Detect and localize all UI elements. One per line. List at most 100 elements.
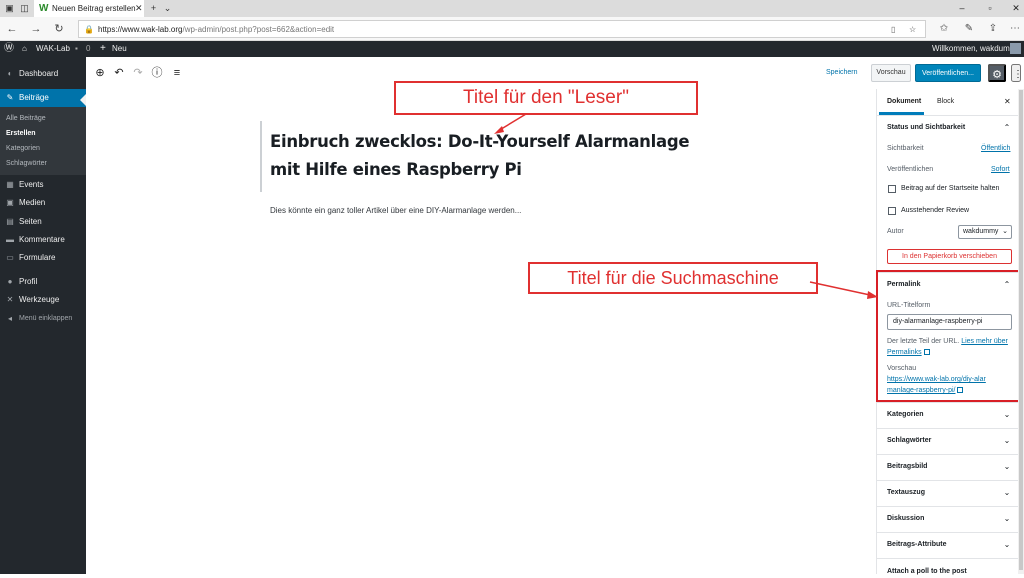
comments-count[interactable]: 0 — [86, 41, 90, 57]
new-content-link[interactable]: Neu — [112, 41, 127, 57]
title-block-border — [260, 121, 262, 192]
move-to-trash-button[interactable]: In den Papierkorb verschieben — [887, 249, 1012, 264]
chevron-down-icon[interactable]: ⌄ — [1003, 435, 1011, 447]
reading-view-icon[interactable]: ▯ — [891, 24, 895, 35]
redo-icon[interactable]: ↷ — [131, 66, 145, 80]
scrollbar-thumb[interactable] — [1019, 90, 1023, 570]
browser-tab-bar: ▣ ◫ W Neuen Beitrag erstellen ✕ + ⌄ – ▫ … — [0, 0, 1024, 17]
notes-pen-icon[interactable]: ✎ — [962, 22, 976, 36]
share-icon[interactable]: ⇪ — [986, 22, 1000, 36]
more-options-icon[interactable]: ⋮ — [1011, 64, 1023, 82]
sidebar-item-label: Menü einklappen — [19, 315, 73, 322]
chevron-up-icon[interactable]: ⌃ — [1003, 122, 1011, 134]
tab-document[interactable]: Dokument — [887, 94, 921, 110]
close-icon[interactable]: ✕ — [1004, 94, 1011, 110]
plus-icon[interactable]: + — [100, 41, 106, 57]
tab-actions-icon[interactable]: ▣ — [4, 3, 15, 14]
maximize-icon[interactable]: ▫ — [983, 2, 997, 15]
wordpress-logo-icon[interactable]: Ⓦ — [4, 41, 14, 57]
wrench-icon: ✕ — [6, 295, 14, 304]
undo-icon[interactable]: ↶ — [112, 66, 126, 80]
section-discussion[interactable]: Diskussion — [887, 513, 924, 525]
author-select[interactable]: wakdummy ⌄ — [958, 225, 1012, 239]
comment-icon: ▬ — [6, 235, 14, 244]
sidebar-item-label: Formulare — [19, 253, 56, 262]
sidebar-item-label: Dashboard — [19, 69, 59, 78]
sidebar-item-events[interactable]: ▦ Events — [0, 176, 86, 194]
chevron-down-icon[interactable]: ⌄ — [1003, 539, 1011, 551]
block-navigation-icon[interactable]: ≡ — [170, 66, 184, 80]
more-icon[interactable]: ⋯ — [1008, 22, 1022, 36]
visibility-link[interactable]: Öffentlich — [981, 143, 1010, 155]
reload-icon[interactable]: ↻ — [52, 22, 66, 36]
tab-block[interactable]: Block — [937, 94, 954, 110]
sidebar-item-label: Kommentare — [19, 235, 65, 244]
paragraph-block[interactable]: Dies könnte ein ganz toller Artikel über… — [270, 205, 521, 217]
chevron-down-icon[interactable]: ⌄ — [1003, 487, 1011, 499]
site-name[interactable]: WAK-Lab — [36, 41, 70, 57]
window-close-icon[interactable]: ✕ — [1009, 2, 1023, 15]
chevron-down-icon: ⌄ — [1002, 228, 1008, 235]
sidebar-item-dashboard[interactable]: ◐ Dashboard — [0, 65, 86, 83]
sidebar-item-pages[interactable]: ▤ Seiten — [0, 213, 86, 231]
status-visibility-heading[interactable]: Status und Sichtbarkeit — [887, 122, 965, 134]
close-icon[interactable]: ✕ — [135, 3, 143, 14]
address-bar[interactable]: 🔒 https://www.wak-lab.org/wp-admin/post.… — [78, 20, 926, 38]
sidebar-item-forms[interactable]: ▭ Formulare — [0, 249, 86, 267]
admin-sidebar: ◐ Dashboard ✎ Beiträge Alle Beiträge Ers… — [0, 57, 86, 574]
post-title-field[interactable]: Einbruch zwecklos: Do-It-Yourself Alarma… — [270, 128, 710, 184]
publish-date-label: Veröffentlichen — [887, 166, 934, 173]
back-icon[interactable]: ← — [5, 22, 19, 36]
forward-icon[interactable]: → — [29, 22, 43, 36]
chevron-down-icon[interactable]: ⌄ — [1003, 409, 1011, 421]
collapse-icon: ◂ — [7, 314, 12, 323]
calendar-icon: ▦ — [6, 180, 14, 189]
preview-button[interactable]: Vorschau — [871, 64, 911, 82]
submenu-tags[interactable]: Schlagwörter — [6, 158, 47, 169]
posts-submenu: Alle Beiträge Erstellen Kategorien Schla… — [0, 107, 86, 175]
avatar[interactable] — [1010, 43, 1021, 54]
section-tags[interactable]: Schlagwörter — [887, 435, 931, 447]
tab-preview-icon[interactable]: ◫ — [19, 3, 30, 14]
info-icon[interactable]: ⓘ — [150, 66, 164, 80]
sidebar-collapse-menu[interactable]: ◂ Menü einklappen — [0, 310, 86, 328]
submenu-create[interactable]: Erstellen — [6, 128, 36, 139]
publish-button[interactable]: Veröffentlichen... — [915, 64, 981, 82]
publish-date-link[interactable]: Sofort — [991, 164, 1010, 176]
sidebar-item-posts[interactable]: ✎ Beiträge — [0, 89, 86, 107]
browser-tab[interactable]: W Neuen Beitrag erstellen ✕ — [34, 0, 144, 17]
new-tab-icon[interactable]: + — [148, 3, 159, 14]
welcome-user[interactable]: Willkommen, wakdummy — [932, 41, 1020, 57]
author-label: Autor — [887, 228, 904, 235]
tab-title: Neuen Beitrag erstellen — [52, 4, 136, 13]
chevron-down-icon[interactable]: ⌄ — [1003, 513, 1011, 525]
divider — [876, 506, 1024, 507]
minimize-icon[interactable]: – — [955, 2, 969, 15]
sidebar-item-media[interactable]: ▣ Medien — [0, 194, 86, 212]
sidebar-item-tools[interactable]: ✕ Werkzeuge — [0, 291, 86, 309]
section-poll[interactable]: Attach a poll to the post — [887, 566, 967, 578]
chevron-down-icon[interactable]: ⌄ — [162, 3, 173, 14]
section-excerpt[interactable]: Textauszug — [887, 487, 925, 499]
sidebar-item-comments[interactable]: ▬ Kommentare — [0, 231, 86, 249]
home-icon[interactable]: ⌂ — [22, 41, 27, 57]
add-block-icon[interactable]: ⊕ — [93, 66, 107, 80]
favorites-icon[interactable]: ✩ — [937, 22, 951, 36]
settings-gear-icon[interactable]: ⚙ — [988, 64, 1006, 82]
annotation-arrow-search — [809, 281, 878, 299]
sidebar-item-label: Beiträge — [19, 93, 49, 102]
annotation-search-title: Titel für die Suchmaschine — [528, 262, 818, 294]
comment-bubble-icon[interactable]: ▪ — [75, 41, 78, 57]
section-post-attributes[interactable]: Beitrags-Attribute — [887, 539, 947, 551]
submenu-categories[interactable]: Kategorien — [6, 143, 40, 154]
lock-icon: 🔒 — [84, 25, 94, 34]
chevron-down-icon[interactable]: ⌄ — [1003, 461, 1011, 473]
section-featured-image[interactable]: Beitragsbild — [887, 461, 927, 473]
sticky-checkbox[interactable] — [888, 185, 896, 193]
favorite-star-icon[interactable]: ☆ — [909, 24, 916, 35]
save-draft-button[interactable]: Speichern — [826, 66, 858, 80]
section-categories[interactable]: Kategorien — [887, 409, 924, 421]
sidebar-item-profile[interactable]: ● Profil — [0, 273, 86, 291]
pending-review-checkbox[interactable] — [888, 207, 896, 215]
submenu-all-posts[interactable]: Alle Beiträge — [6, 113, 46, 124]
